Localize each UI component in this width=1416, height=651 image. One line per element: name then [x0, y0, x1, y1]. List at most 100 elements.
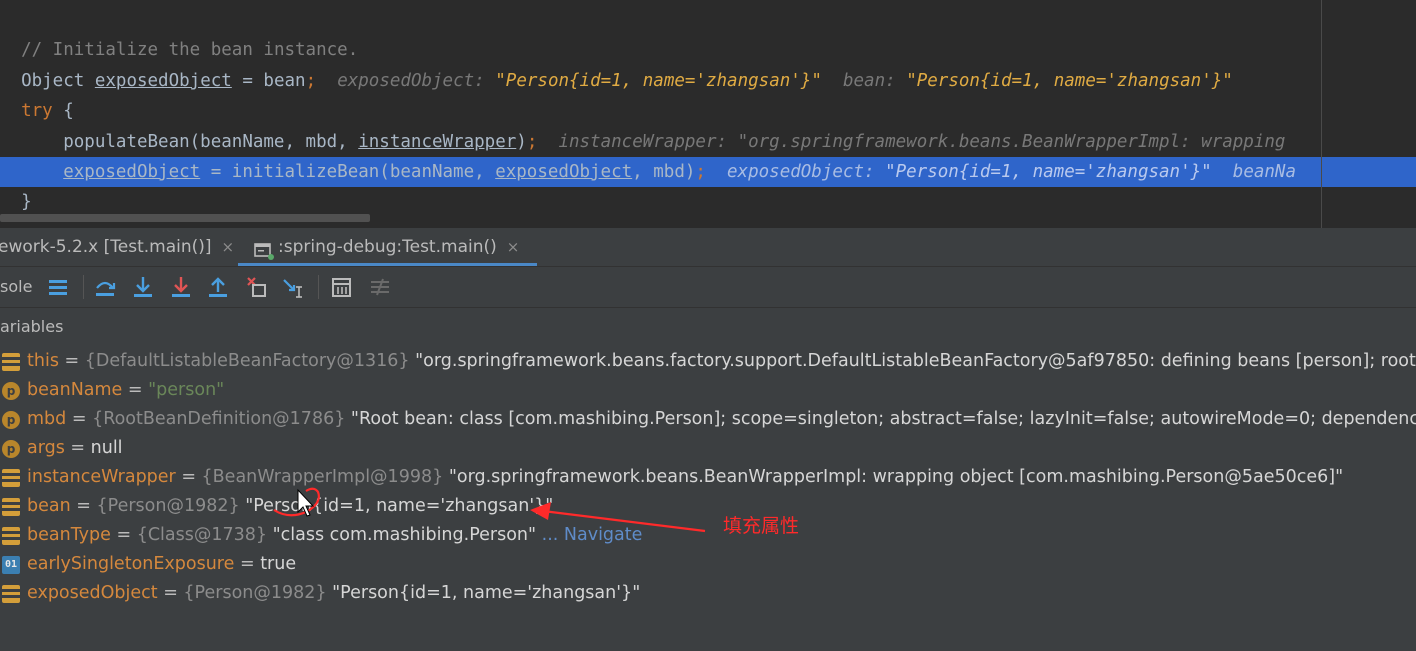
variable-row-mbd[interactable]: p mbd = {RootBeanDefinition@1786} "Root … — [0, 405, 1416, 434]
field-icon — [2, 353, 20, 371]
variable-name: args — [27, 438, 65, 458]
variable-type: {Class@1738} — [136, 525, 268, 545]
tab-label: :spring-debug:Test.main() — [278, 237, 497, 257]
inline-hint-value: "Person{id=1, name='zhangsan'}" — [906, 71, 1233, 91]
horizontal-scrollbar[interactable] — [0, 214, 370, 222]
variable-name: this — [27, 351, 59, 371]
code-line-close-brace[interactable]: } — [0, 187, 1416, 217]
code-editor[interactable]: // Initialize the bean instance. Object … — [0, 0, 1416, 228]
variable-name: beanType — [27, 525, 111, 545]
inline-hint-value: "Person{id=1, name='zhangsan'}" — [495, 71, 822, 91]
code-comment: // Initialize the bean instance. — [21, 40, 359, 60]
variable-type: {Person@1982} — [96, 496, 240, 516]
code-semicolon: ; — [695, 162, 706, 182]
variable-type: {RootBeanDefinition@1786} — [92, 409, 346, 429]
force-step-into-icon[interactable] — [169, 275, 193, 299]
toolbar-separator — [318, 275, 319, 299]
inline-hint-name: bean: — [842, 71, 896, 91]
variables-panel-header: ariables — [0, 308, 1416, 346]
variable-name: mbd — [27, 409, 67, 429]
code-line-comment[interactable]: // Initialize the bean instance. — [0, 35, 1416, 65]
close-icon[interactable]: × — [507, 238, 520, 256]
parameter-icon: p — [2, 411, 20, 429]
code-semicolon: ; — [526, 132, 538, 152]
variable-value: "person" — [148, 380, 225, 400]
code-call-end: , mbd) — [632, 162, 696, 182]
parameter-icon: p — [2, 382, 20, 400]
inline-hint-name: beanNa — [1232, 162, 1296, 182]
field-icon — [2, 469, 20, 487]
variable-name: bean — [27, 496, 71, 516]
code-line-exposed-object[interactable]: Object exposedObject = bean; exposedObje… — [0, 66, 1416, 96]
step-into-icon[interactable] — [131, 275, 155, 299]
tab-spring-debug-test-main[interactable]: :spring-debug:Test.main() × — [238, 228, 538, 266]
code-brace: { — [52, 101, 74, 121]
code-semicolon: ; — [305, 71, 317, 91]
inline-hint-value: "Person{id=1, name='zhangsan'}" — [885, 162, 1212, 182]
code-paren: ) — [516, 132, 527, 152]
variable-type: {Person@1982} — [183, 583, 327, 603]
annotation-label: 填充属性 — [723, 515, 800, 537]
variable-value: true — [260, 554, 297, 574]
tab-framework-test-main[interactable]: ework-5.2.x [Test.main()] × — [0, 228, 234, 266]
variable-value: "Person{id=1, name='zhangsan'}" — [245, 496, 554, 516]
tab-label: ework-5.2.x [Test.main()] — [0, 237, 212, 257]
variable-value: "class com.mashibing.Person" — [272, 525, 537, 545]
variables-title: ariables — [0, 317, 64, 336]
variable-value: "Root bean: class [com.mashibing.Person]… — [350, 409, 1416, 429]
variable-value: "Person{id=1, name='zhangsan'}" — [332, 583, 641, 603]
inline-hint-name: instanceWrapper: — [558, 132, 728, 152]
console-tab[interactable]: sole — [0, 267, 32, 307]
evaluate-expression-icon[interactable] — [330, 275, 354, 299]
variable-row-bean[interactable]: bean = {Person@1982} "Person{id=1, name=… — [0, 492, 1416, 521]
variable-row-beanname[interactable]: p beanName = "person" — [0, 376, 1416, 405]
inline-hint-name: exposedObject: — [337, 71, 485, 91]
boolean-icon: 01 — [2, 556, 20, 574]
debug-session-icon — [254, 236, 274, 260]
trace-stream-icon — [368, 275, 392, 299]
variable-name: beanName — [27, 380, 123, 400]
code-line-current-execution[interactable]: exposedObject = initializeBean(beanName,… — [0, 157, 1416, 187]
code-variable: exposedObject — [495, 162, 633, 182]
code-variable: exposedObject — [94, 71, 232, 91]
variable-value: "org.springframework.beans.factory.suppo… — [415, 351, 1416, 371]
step-out-icon[interactable] — [206, 275, 230, 299]
field-icon — [2, 498, 20, 516]
code-assign: = bean — [231, 71, 306, 91]
variable-row-beantype[interactable]: beanType = {Class@1738} "class com.mashi… — [0, 521, 1416, 550]
debugger-toolbar: sole — [0, 267, 1416, 308]
step-over-icon[interactable] — [93, 275, 117, 299]
variable-row-instancewrapper[interactable]: instanceWrapper = {BeanWrapperImpl@1998}… — [0, 463, 1416, 492]
code-line-populate-bean[interactable]: populateBean(beanName, mbd, instanceWrap… — [0, 127, 1416, 157]
variable-row-earlysingletonexposure[interactable]: 01 earlySingletonExposure = true — [0, 550, 1416, 579]
variable-type: {DefaultListableBeanFactory@1316} — [84, 351, 410, 371]
drop-frame-icon[interactable] — [245, 275, 269, 299]
close-icon[interactable]: × — [222, 238, 235, 256]
variable-row-this[interactable]: this = {DefaultListableBeanFactory@1316}… — [0, 347, 1416, 376]
navigate-link[interactable]: ... Navigate — [542, 525, 643, 545]
variable-row-exposedobject[interactable]: exposedObject = {Person@1982} "Person{id… — [0, 579, 1416, 608]
run-to-cursor-icon[interactable] — [282, 275, 306, 299]
toolbar-separator — [83, 275, 84, 299]
variable-value: "org.springframework.beans.BeanWrapperIm… — [448, 467, 1344, 487]
code-call: = initializeBean(beanName, — [200, 162, 496, 182]
variable-name: earlySingletonExposure — [27, 554, 235, 574]
code-brace: } — [21, 192, 32, 212]
code-type: Object — [21, 71, 95, 91]
right-margin-guide — [1321, 0, 1322, 228]
debug-session-tabs: ework-5.2.x [Test.main()] × :spring-debug… — [0, 228, 1416, 267]
variables-tree: this = {DefaultListableBeanFactory@1316}… — [0, 346, 1416, 651]
field-icon — [2, 527, 20, 545]
inline-hint-name: exposedObject: — [727, 162, 875, 182]
variable-row-args[interactable]: p args = null — [0, 434, 1416, 463]
inline-hint-value: "org.springframework.beans.BeanWrapperIm… — [737, 132, 1286, 152]
variable-name: instanceWrapper — [27, 467, 176, 487]
field-icon — [2, 585, 20, 603]
parameter-icon: p — [2, 440, 20, 458]
variable-value: null — [90, 438, 123, 458]
variable-name: exposedObject — [27, 583, 158, 603]
code-call: populateBean(beanName, mbd, — [63, 132, 359, 152]
code-keyword: try — [21, 101, 53, 121]
code-line-try[interactable]: try { — [0, 96, 1416, 126]
frames-menu-icon[interactable] — [46, 275, 70, 299]
